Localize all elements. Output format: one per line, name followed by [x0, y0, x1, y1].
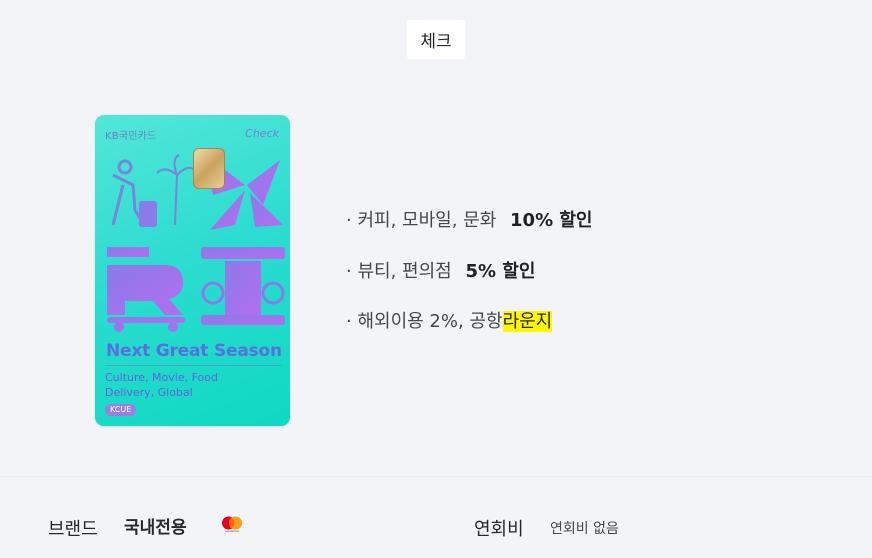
annual-fee-value: 연회비 없음 [550, 521, 619, 537]
card-tags-line1: Culture, Movie, Food [105, 371, 218, 384]
benefit-highlight: 라운지 [502, 311, 553, 332]
annual-fee-label: 연회비 [474, 519, 524, 540]
benefit-text: 뷰티, 편의점 [357, 261, 452, 282]
brand-label: 브랜드 [48, 519, 98, 540]
card-type-badge: 체크 [407, 20, 465, 59]
brand-value: 국내전용 [124, 518, 187, 538]
benefit-bullet: · [346, 311, 352, 332]
card-slogan: Next Great Season [106, 341, 282, 361]
card-divider [105, 365, 281, 366]
benefit-item: · 해외이용 2%, 공항라운지 [346, 307, 553, 333]
benefit-item: · 커피, 모바일, 문화 10% 할인 [346, 206, 593, 232]
benefit-item: · 뷰티, 편의점 5% 할인 [346, 257, 535, 283]
card-tags-line2: Delivery, Global [105, 386, 193, 399]
benefit-value: 5% 할인 [465, 261, 536, 282]
benefit-text: 커피, 모바일, 문화 [357, 210, 497, 231]
card-kind: Check [245, 127, 279, 140]
card-issuer: KB국민카드 [105, 131, 157, 142]
benefit-bullet: · [346, 261, 352, 282]
card-image: KB국민카드 Check Next Great Season Culture, … [95, 115, 290, 426]
benefit-bullet: · [346, 210, 352, 231]
benefit-value: 10% 할인 [510, 210, 593, 231]
card-chip-icon [193, 148, 225, 189]
benefit-text: 해외이용 2%, 공항 [357, 311, 503, 332]
card-pill: KCUE [105, 404, 137, 416]
section-divider [0, 476, 872, 477]
mastercard-icon [222, 516, 242, 532]
